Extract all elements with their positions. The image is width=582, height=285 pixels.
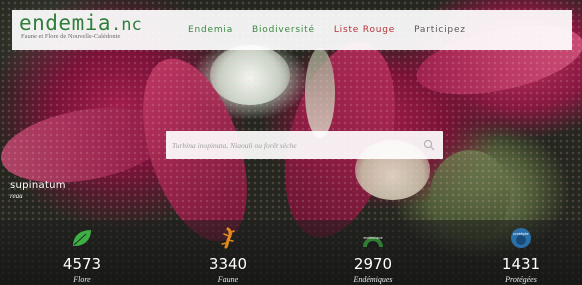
logo-text: endemia [19, 11, 112, 35]
site-header: endemia.nc Faune et Flore de Nouvelle-Ca… [12, 10, 572, 50]
protected-badge-icon: protégée [511, 228, 531, 248]
nav-endemia[interactable]: Endemia [188, 25, 233, 35]
logo-suffix: .nc [111, 15, 142, 35]
search-icon[interactable] [423, 139, 435, 151]
stat-value: 2970 [353, 255, 393, 273]
stat-label: Flore [73, 275, 91, 284]
stat-label: Endémiques [353, 275, 393, 284]
gecko-icon [221, 227, 235, 249]
endemic-badge-icon: endémique [363, 236, 383, 247]
photo-caption: supinatum reau [10, 180, 66, 200]
nav-liste-rouge[interactable]: Liste Rouge [334, 25, 395, 35]
nav-biodiversite[interactable]: Biodiversité [252, 25, 315, 35]
photo-author: reau [10, 192, 23, 200]
search-box [166, 131, 443, 159]
stat-value: 1431 [501, 255, 541, 273]
stat-value: 3340 [208, 255, 248, 273]
badge-text: endémique [363, 236, 382, 240]
leaf-icon [73, 230, 91, 246]
stat-label: Protégées [505, 275, 537, 284]
stats-band: 4573 Flore 3340 Faune endémique 2970 End… [0, 220, 582, 285]
stat-value: 4573 [62, 255, 102, 273]
photo-species-name[interactable]: supinatum [10, 180, 66, 191]
search-input[interactable] [172, 135, 417, 155]
nav-participez[interactable]: Participez [414, 25, 466, 35]
main-nav: Endemia Biodiversité Liste Rouge Partici… [188, 10, 466, 50]
stat-label: Faune [217, 275, 239, 284]
site-logo[interactable]: endemia.nc Faune et Flore de Nouvelle-Ca… [19, 11, 142, 40]
badge-text: protégée [513, 232, 528, 236]
